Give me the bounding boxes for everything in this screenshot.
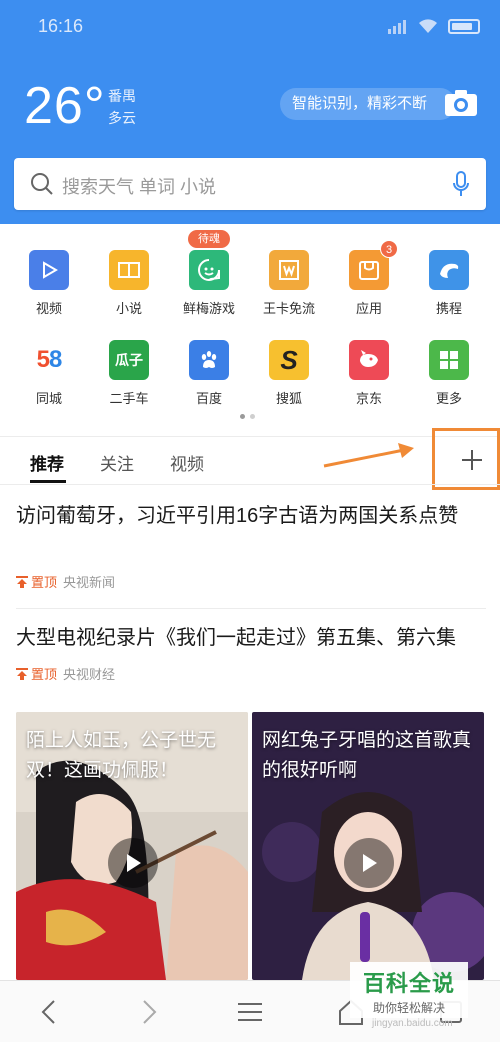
app-guazi[interactable]: 瓜子 二手车 (94, 340, 164, 407)
app-label: 二手车 (109, 391, 149, 406)
search-placeholder: 搜索天气 单词 小说 (62, 177, 217, 197)
app-label: 同城 (35, 391, 62, 406)
play-icon (29, 250, 69, 290)
app-label: 应用 (355, 301, 382, 316)
page-indicator (240, 414, 255, 419)
pinned-text: 置顶 (31, 667, 58, 682)
news-source: 央视新闻 (63, 575, 116, 590)
app-more[interactable]: 更多 (414, 340, 484, 407)
app-count-badge: 3 (380, 240, 398, 258)
status-bar: 16:16 (0, 0, 500, 52)
video-card[interactable]: 陌上人如玉，公子世无双！这画功佩服！ (16, 712, 248, 980)
header: 16:16 26° 番禺 多云 智能识别，精彩不断 搜索天气 单词 小说 (0, 0, 500, 224)
app-label: 京东 (355, 391, 382, 406)
pinned-label: 置顶 (16, 664, 57, 683)
search-input[interactable]: 搜索天气 单词 小说 (14, 158, 486, 210)
play-icon[interactable] (344, 838, 394, 888)
app-novel[interactable]: 小说 (94, 250, 164, 317)
app-58[interactable]: 58 同城 (14, 340, 84, 407)
tab-recommend[interactable]: 推荐 (30, 450, 64, 475)
news-meta: 置顶 央视财经 (16, 664, 115, 683)
video-title: 陌上人如玉，公子世无双！这画功佩服！ (26, 730, 217, 781)
tab-underline (30, 480, 66, 483)
app-label: 鲜梅游戏 (182, 301, 235, 316)
watermark-title: 百科全说 (362, 971, 455, 996)
add-channel-icon[interactable] (460, 448, 484, 472)
weather-condition: 多云 (108, 110, 136, 126)
app-jd[interactable]: 京东 (334, 340, 404, 407)
menu-icon[interactable] (235, 997, 265, 1027)
video-title: 网红兔子牙唱的这首歌真的很好听啊 (262, 730, 472, 781)
app-label: 携程 (435, 301, 462, 316)
signal-icon (388, 18, 408, 34)
app-video[interactable]: 视频 (14, 250, 84, 317)
smart-recognition-pill[interactable]: 智能识别，精彩不断 (280, 88, 456, 120)
app-baidu[interactable]: 百度 (174, 340, 244, 407)
divider (0, 484, 500, 485)
microphone-icon[interactable] (452, 171, 470, 197)
app-sohu[interactable]: S 搜狐 (254, 340, 324, 407)
sohu-icon: S (269, 340, 309, 380)
app-wangka[interactable]: 王卡免流 (254, 250, 324, 317)
video-card[interactable]: 网红兔子牙唱的这首歌真的很好听啊 (252, 712, 484, 980)
jd-dog-icon (349, 340, 389, 380)
guazi-icon: 瓜子 (109, 340, 149, 380)
watermark: 百科全说 助你轻松解决 (350, 962, 468, 1018)
news-title[interactable]: 大型电视纪录片《我们一起走过》第五集、第六集 (16, 622, 486, 654)
wangka-icon (269, 250, 309, 290)
weather-temperature[interactable]: 26° (24, 76, 106, 136)
guazi-icon-text: 瓜子 (115, 352, 143, 368)
camera-icon[interactable] (444, 88, 478, 118)
annotation-arrow-icon (323, 443, 414, 468)
smart-pill-label: 智能识别，精彩不断 (292, 95, 428, 112)
news-title[interactable]: 访问葡萄牙，习近平引用16字古语为两国关系点赞 (16, 500, 486, 532)
watermark-subtitle: 助你轻松解决 (372, 1001, 445, 1015)
tab-video[interactable]: 视频 (170, 450, 204, 475)
weather-location: 番禺 (108, 88, 136, 104)
feed-tabs: 推荐 关注 视频 (0, 436, 500, 484)
dolphin-icon (429, 250, 469, 290)
battery-icon (448, 18, 480, 34)
divider (16, 608, 486, 609)
app-label: 百度 (195, 391, 222, 406)
grid-more-icon (429, 340, 469, 380)
play-icon[interactable] (108, 838, 158, 888)
app-label: 更多 (435, 391, 462, 406)
app-label: 视频 (35, 301, 62, 316)
58-logo-icon: 58 (29, 340, 69, 380)
forward-icon[interactable] (134, 997, 164, 1027)
app-label: 王卡免流 (262, 301, 315, 316)
app-appstore[interactable]: 应用 (334, 250, 404, 317)
news-source: 央视财经 (63, 667, 116, 682)
back-icon[interactable] (34, 997, 64, 1027)
app-label: 搜狐 (275, 391, 302, 406)
pin-top-icon (16, 575, 28, 588)
status-icons (388, 18, 480, 34)
book-icon (109, 250, 149, 290)
paw-icon (189, 340, 229, 380)
app-game[interactable]: 鲜梅游戏 (174, 250, 244, 317)
wifi-icon (419, 19, 437, 33)
pinned-label: 置顶 (16, 572, 57, 591)
game-smile-icon (189, 250, 229, 290)
app-ctrip[interactable]: 携程 (414, 250, 484, 317)
game-tag-badge: 待魂 (188, 230, 230, 248)
pinned-text: 置顶 (31, 575, 58, 590)
app-label: 小说 (115, 301, 142, 316)
pin-top-icon (16, 667, 28, 680)
news-meta: 置顶 央视新闻 (16, 572, 115, 591)
search-icon (31, 173, 53, 195)
watermark-url: jingyan.baidu.com (372, 1018, 453, 1029)
status-time: 16:16 (38, 16, 84, 36)
tab-follow[interactable]: 关注 (100, 450, 134, 475)
